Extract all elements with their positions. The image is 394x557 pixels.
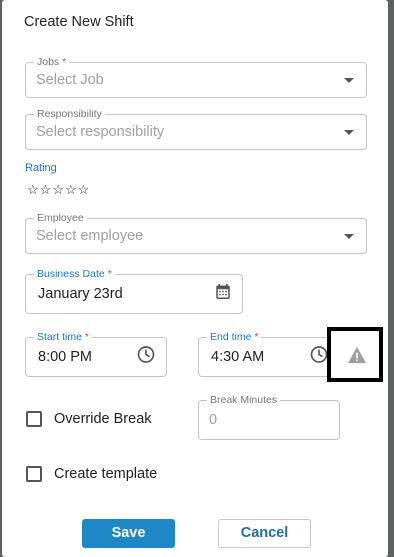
end-time-label: End time *: [207, 331, 262, 343]
employee-placeholder: Select employee: [36, 228, 144, 244]
responsibility-label: Responsibility: [34, 108, 105, 120]
responsibility-placeholder: Select responsibility: [36, 124, 165, 140]
jobs-select[interactable]: Jobs * Select Job: [25, 56, 367, 98]
start-time-label: Start time *: [34, 331, 92, 343]
jobs-label: Jobs *: [34, 56, 70, 68]
clock-icon[interactable]: [136, 345, 156, 370]
end-time-value: 4:30 AM: [211, 349, 265, 365]
override-break-checkbox[interactable]: [26, 411, 42, 427]
clock-icon[interactable]: [309, 345, 329, 370]
warning-highlight: [327, 327, 383, 382]
rating-stars[interactable]: ☆☆☆☆☆: [27, 182, 90, 198]
calendar-icon[interactable]: [214, 283, 232, 306]
cancel-button[interactable]: Cancel: [218, 519, 311, 548]
caret-down-icon: [344, 130, 354, 135]
break-minutes-placeholder: 0: [209, 412, 218, 428]
end-time-field[interactable]: End time * 4:30 AM: [198, 331, 340, 377]
warning-triangle-icon[interactable]: [347, 346, 367, 369]
override-break-label: Override Break: [54, 411, 152, 427]
caret-down-icon: [344, 234, 354, 239]
business-date-value: January 23rd: [38, 286, 123, 302]
create-template-label: Create template: [54, 466, 158, 482]
business-date-field[interactable]: Business Date * January 23rd: [25, 268, 243, 314]
responsibility-select[interactable]: Responsibility Select responsibility: [25, 108, 367, 150]
dialog-title: Create New Shift: [24, 14, 134, 30]
break-minutes-field[interactable]: Break Minutes 0: [198, 394, 340, 440]
jobs-placeholder: Select Job: [36, 72, 104, 88]
employee-select[interactable]: Employee Select employee: [25, 212, 367, 254]
save-button[interactable]: Save: [82, 519, 175, 548]
employee-label: Employee: [34, 212, 87, 224]
start-time-value: 8:00 PM: [38, 349, 92, 365]
caret-down-icon: [344, 78, 354, 83]
create-shift-dialog: Create New Shift Jobs * Select Job Respo…: [2, 0, 388, 557]
start-time-field[interactable]: Start time * 8:00 PM: [25, 331, 167, 377]
business-date-label: Business Date *: [34, 268, 115, 280]
break-minutes-label: Break Minutes: [207, 394, 281, 406]
rating-label: Rating: [25, 162, 57, 174]
create-template-checkbox[interactable]: [26, 466, 42, 482]
